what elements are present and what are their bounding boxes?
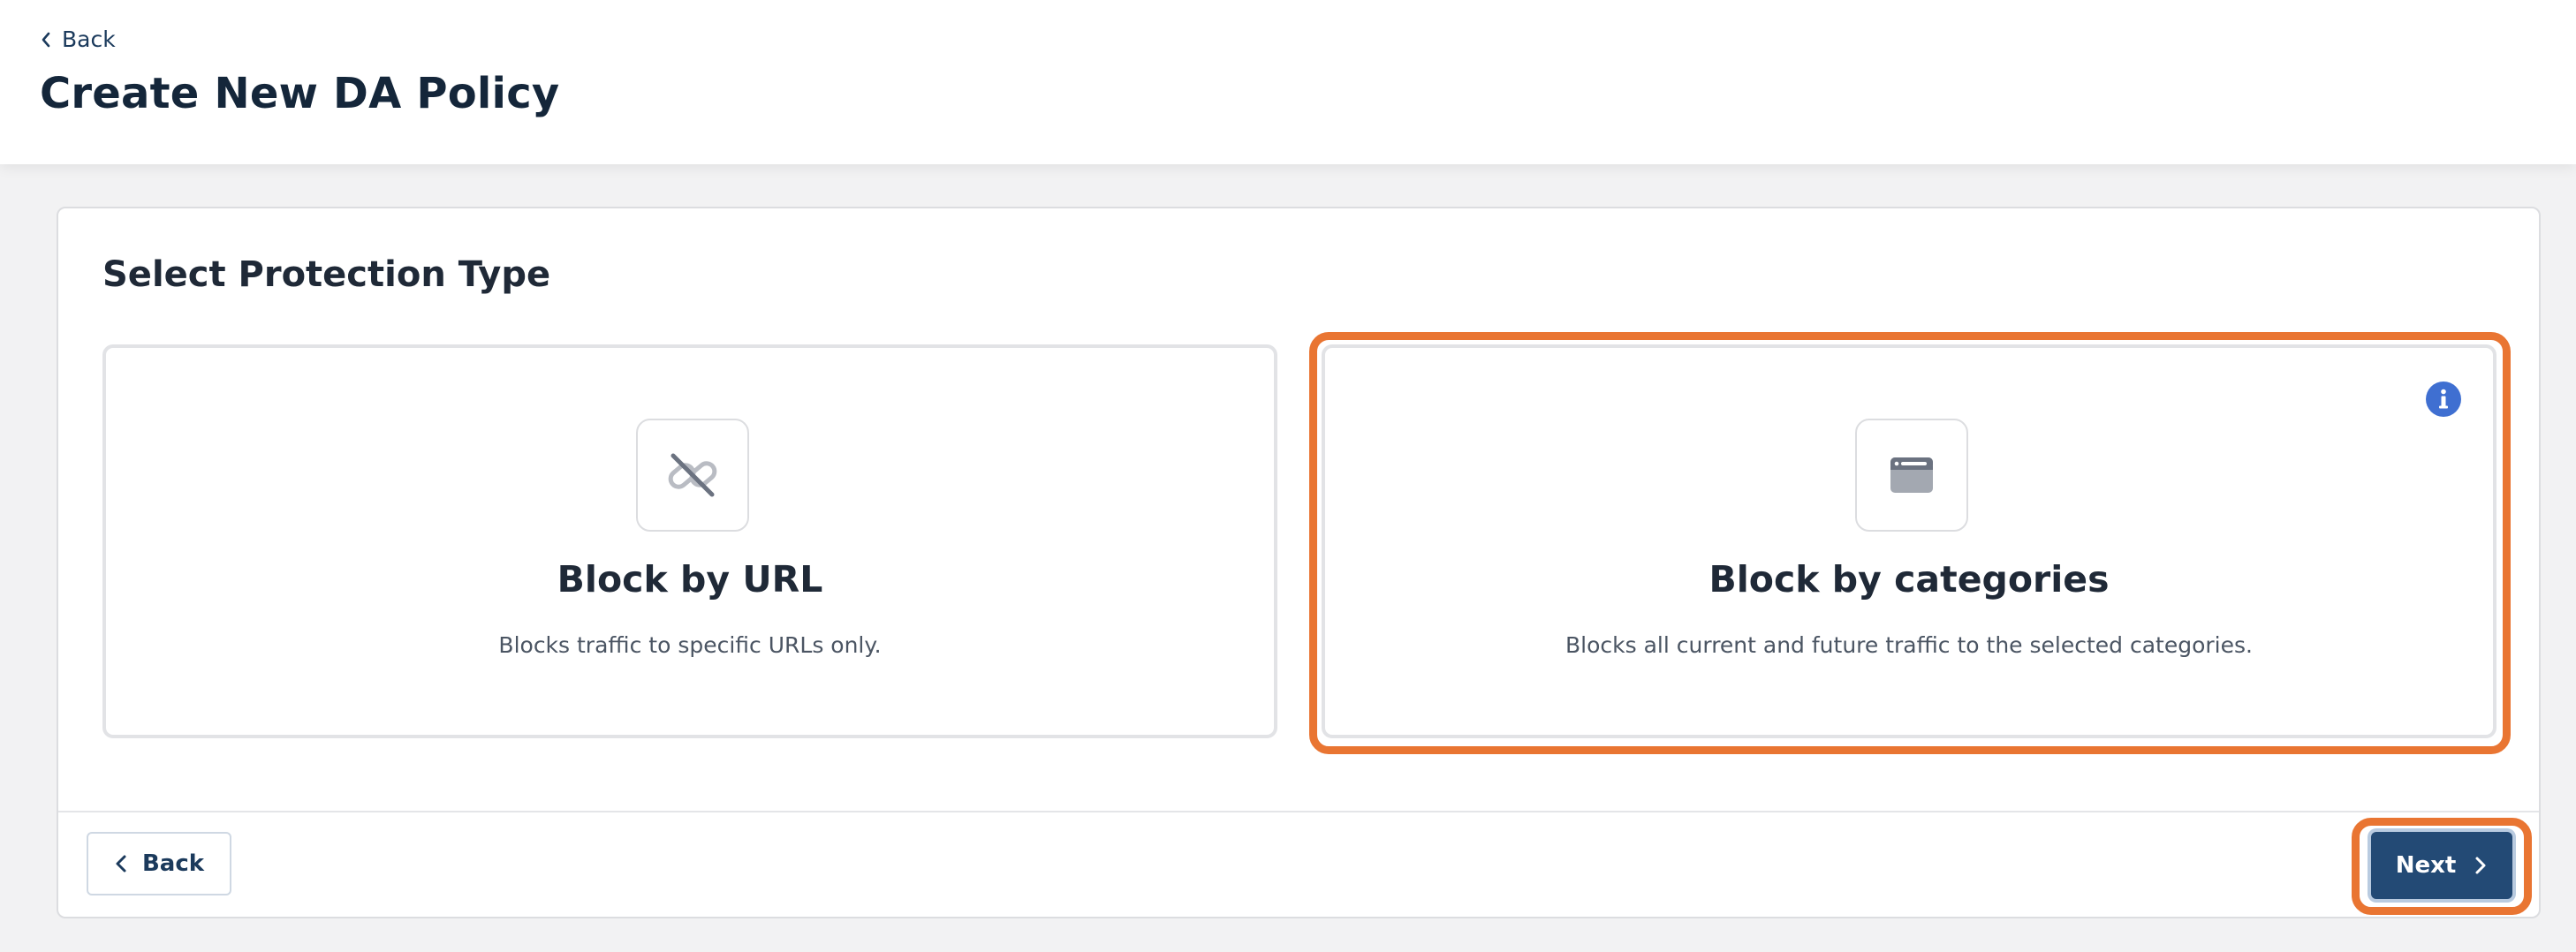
option-title: Block by categories bbox=[1708, 558, 2110, 601]
browser-window-icon bbox=[1890, 457, 1933, 493]
next-button[interactable]: Next bbox=[2371, 832, 2512, 899]
chevron-left-icon bbox=[116, 855, 126, 873]
chevron-left-icon bbox=[42, 32, 50, 47]
link-off-icon bbox=[668, 453, 717, 497]
option-description: Blocks traffic to specific URLs only. bbox=[498, 632, 882, 658]
option-description: Blocks all current and future traffic to… bbox=[1565, 632, 2253, 658]
footer-divider bbox=[58, 811, 2539, 812]
back-button-label: Back bbox=[141, 850, 205, 877]
next-button-label: Next bbox=[2395, 852, 2457, 879]
section-title: Select Protection Type bbox=[102, 254, 551, 295]
page-title: Create New DA Policy bbox=[40, 69, 560, 118]
option-card-block-by-url[interactable]: Block by URL Blocks traffic to specific … bbox=[102, 344, 1277, 738]
header-back-link[interactable]: Back bbox=[39, 26, 116, 52]
option-title: Block by URL bbox=[557, 558, 823, 601]
header-back-label: Back bbox=[62, 26, 116, 52]
icon-tile bbox=[1855, 419, 1968, 532]
protection-type-panel: Select Protection Type Block by URL Bloc… bbox=[57, 207, 2541, 918]
chevron-right-icon bbox=[2475, 857, 2486, 874]
info-icon[interactable] bbox=[2426, 382, 2461, 417]
back-button[interactable]: Back bbox=[87, 832, 231, 895]
page-header: Back Create New DA Policy bbox=[0, 0, 2576, 164]
icon-tile bbox=[636, 419, 749, 532]
option-card-block-by-categories[interactable]: Block by categories Blocks all current a… bbox=[1322, 344, 2496, 738]
